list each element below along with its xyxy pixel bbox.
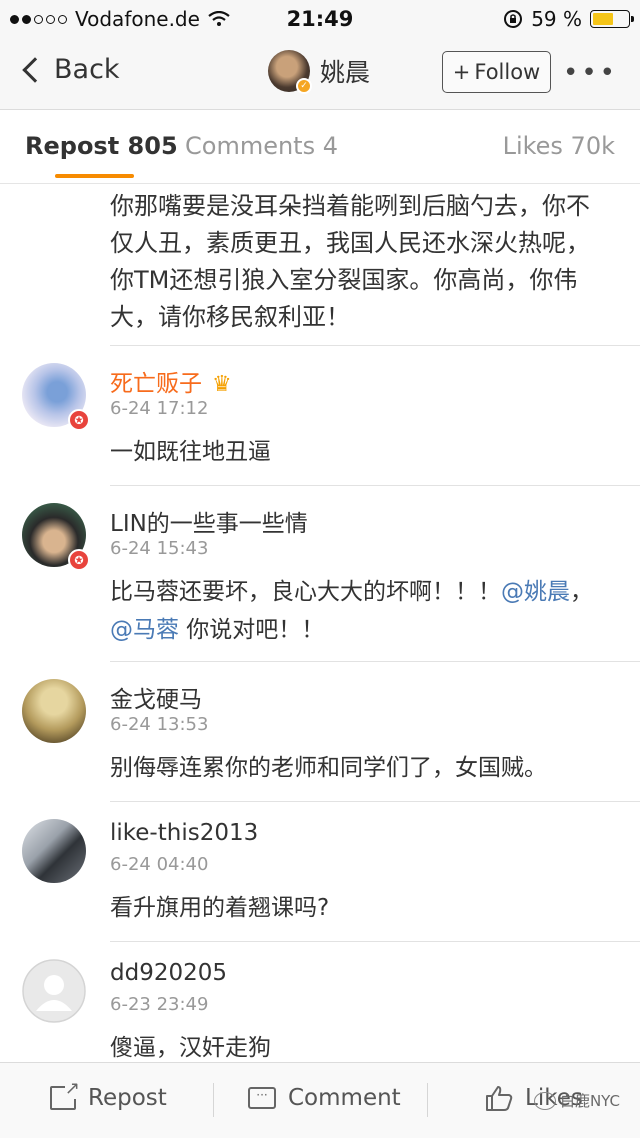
repost-icon (50, 1078, 80, 1110)
comment-text: 比马蓉还要坏，良心大大的坏啊！！！@姚晨， @马蓉 你说对吧！！ (110, 579, 593, 643)
status-right: 59 % (503, 7, 634, 31)
comment-text: 一如既往地丑逼 (110, 439, 271, 465)
tab-repost[interactable]: Repost 805 (25, 132, 178, 160)
repost-label: Repost (88, 1085, 167, 1111)
username[interactable]: 死亡贩子 ♛ (110, 364, 232, 398)
nav-bar: Back ✓ 姚晨 + Follow ••• (0, 38, 640, 110)
avatar[interactable] (22, 959, 86, 1023)
battery-percent: 59 % (531, 7, 582, 31)
nav-profile[interactable]: ✓ 姚晨 (268, 50, 371, 94)
list-item[interactable]: ✪ 死亡贩子 ♛ 6-24 17:12 一如既往地丑逼 (0, 345, 640, 485)
back-button[interactable]: Back (18, 54, 120, 85)
default-avatar-icon (22, 959, 86, 1023)
comment-text: 傻逼，汉奸走狗 (110, 1035, 271, 1061)
status-bar: Vodafone.de 21:49 59 % (0, 0, 640, 38)
verified-badge-icon: ✪ (68, 409, 90, 431)
tab-bar: Repost 805 Comments 4 Likes 70k (0, 110, 640, 184)
mention-link[interactable]: @姚晨 (501, 579, 570, 605)
timestamp: 6-24 15:43 (110, 538, 209, 559)
back-label: Back (54, 54, 120, 85)
repost-list[interactable]: 你那嘴要是没耳朵挡着能咧到后脑勺去，你不仅人丑，素质更丑，我国人民还水深火热呢，… (0, 184, 640, 1062)
timestamp: 6-24 04:40 (110, 854, 209, 875)
watermark-label: 白鹿NYC (559, 1092, 620, 1110)
divider (213, 1083, 214, 1117)
follow-label: Follow (474, 60, 541, 84)
rotation-lock-icon (504, 10, 523, 28)
mention-link[interactable]: @马蓉 (110, 617, 179, 643)
comment-text: 你那嘴要是没耳朵挡着能咧到后脑勺去，你不仅人丑，素质更丑，我国人民还水深火热呢，… (110, 192, 590, 331)
avatar[interactable] (22, 679, 86, 743)
username[interactable]: LIN的一些事一些情 (110, 504, 308, 538)
verified-badge-icon: ✪ (68, 549, 90, 571)
comment-icon: ··· (248, 1087, 276, 1109)
verified-badge-icon: ✓ (296, 78, 312, 94)
timestamp: 6-24 17:12 (110, 398, 209, 419)
timestamp: 6-23 23:49 (110, 994, 209, 1015)
active-tab-indicator (55, 174, 134, 178)
username[interactable]: like-this2013 (110, 820, 258, 846)
comment-label: Comment (288, 1085, 401, 1111)
tab-comments[interactable]: Comments 4 (185, 132, 338, 160)
tab-likes[interactable]: Likes 70k (503, 132, 615, 160)
list-item[interactable]: ✪ LIN的一些事一些情 6-24 15:43 比马蓉还要坏，良心大大的坏啊！！… (0, 485, 640, 661)
avatar[interactable]: ✪ (22, 503, 90, 571)
battery-icon (590, 10, 634, 28)
comment-text: 别侮辱连累你的老师和同学们了，女国贼。 (110, 755, 547, 781)
page-title: 姚晨 (320, 58, 371, 87)
chevron-left-icon (22, 56, 48, 83)
divider (427, 1083, 428, 1117)
username[interactable]: 金戈硬马 (110, 680, 202, 714)
username[interactable]: dd920205 (110, 960, 227, 986)
comment-button[interactable]: ··· Comment (248, 1085, 401, 1111)
list-item[interactable]: like-this2013 6-24 04:40 看升旗用的着翘课吗? (0, 801, 640, 941)
watermark: 白鹿NYC (533, 1090, 620, 1111)
list-item[interactable]: 金戈硬马 6-24 13:53 别侮辱连累你的老师和同学们了，女国贼。 (0, 661, 640, 801)
thumbs-up-icon (486, 1086, 513, 1111)
comment-text: 看升旗用的着翘课吗? (110, 895, 330, 921)
follow-button[interactable]: + Follow (442, 51, 551, 93)
plus-icon: + (452, 60, 471, 84)
list-item[interactable]: dd920205 6-23 23:49 傻逼，汉奸走狗 (0, 941, 640, 1062)
wechat-icon (533, 1091, 556, 1110)
crown-icon: ♛ (212, 372, 232, 397)
timestamp: 6-24 13:53 (110, 714, 209, 735)
avatar[interactable]: ✪ (22, 363, 90, 431)
avatar[interactable]: ✓ (268, 50, 312, 94)
more-options-button[interactable]: ••• (563, 58, 618, 88)
avatar[interactable] (22, 819, 86, 883)
repost-button[interactable]: Repost (50, 1078, 167, 1111)
